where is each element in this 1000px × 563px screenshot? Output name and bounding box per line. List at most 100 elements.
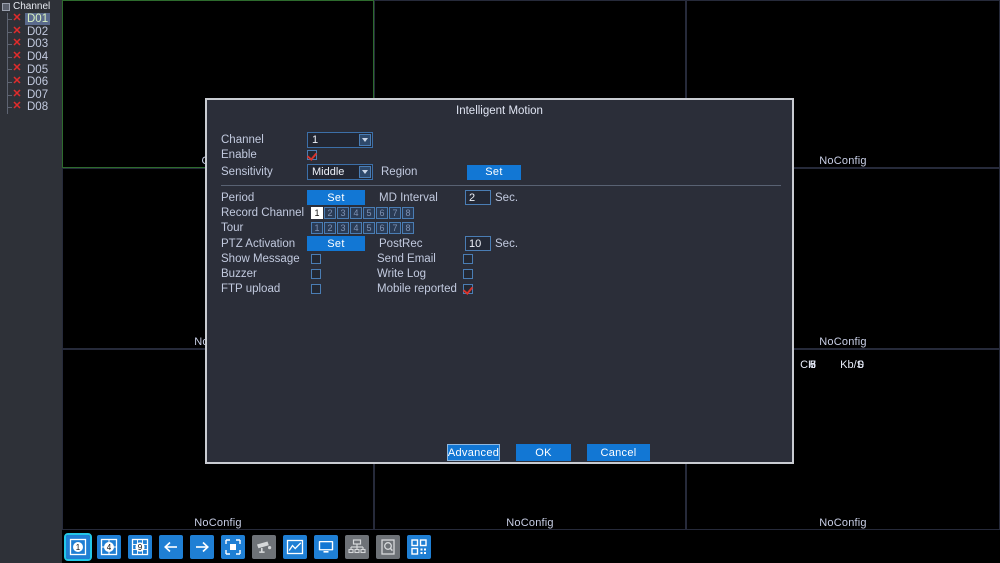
tour-box-4[interactable]: 4 — [350, 222, 362, 234]
region-set-button[interactable]: Set — [467, 164, 521, 180]
sensitivity-select-value: Middle — [312, 166, 345, 178]
sidebar-item-label: D07 — [27, 88, 49, 101]
sidebar-item-d06[interactable]: ✕ D06 — [0, 74, 62, 89]
tour-box-5[interactable]: 5 — [363, 222, 375, 234]
sidebar-item-d03[interactable]: ✕ D03 — [0, 38, 62, 51]
send-email-label: Send Email — [377, 253, 436, 265]
sidebar-item-d01[interactable]: ✕ D01 — [0, 13, 62, 26]
chevron-down-icon[interactable] — [359, 166, 371, 178]
tour-box-1[interactable]: 1 — [311, 222, 323, 234]
channel-tree-panel: Channel ✕ D01 ✕ D02 ✕ D03 ✕ D04 ✕ D05 ✕ … — [0, 0, 62, 563]
x-mark-icon: ✕ — [12, 87, 22, 100]
sensitivity-select[interactable]: Middle — [307, 164, 373, 180]
video-pane-label: NoConfig — [819, 517, 867, 529]
chevron-down-icon[interactable] — [359, 134, 371, 146]
x-mark-icon: ✕ — [12, 74, 22, 87]
record-channel-box-7[interactable]: 7 — [389, 207, 401, 219]
x-mark-icon: ✕ — [12, 62, 22, 75]
buzzer-checkbox[interactable] — [311, 269, 321, 279]
sidebar-item-label: D04 — [27, 51, 49, 64]
dialog-title: Intelligent Motion — [456, 105, 543, 117]
post-rec-label: PostRec — [379, 237, 423, 250]
record-channel-box-6[interactable]: 6 — [376, 207, 388, 219]
expand-collapse-icon[interactable] — [2, 2, 10, 11]
cancel-button[interactable]: Cancel — [587, 444, 650, 461]
show-message-label: Show Message — [221, 253, 300, 265]
ftp-upload-label: FTP upload — [221, 283, 281, 295]
channel-tree-header[interactable]: Channel — [0, 0, 62, 13]
tour-row: Tour 1 2 3 4 5 6 7 8 — [221, 222, 414, 234]
taskbar-qr-button[interactable] — [407, 534, 431, 559]
ftp-upload-checkbox[interactable] — [311, 284, 321, 294]
tour-box-3[interactable]: 3 — [337, 222, 349, 234]
taskbar-chart-button[interactable] — [283, 534, 307, 559]
sidebar-item-d05[interactable]: ✕ D05 — [0, 63, 62, 76]
tour-box-6[interactable]: 6 — [376, 222, 388, 234]
sensitivity-label: Sensitivity — [221, 166, 273, 178]
md-interval-input[interactable]: 2 — [465, 190, 491, 205]
tour-label: Tour — [221, 222, 244, 234]
ok-button[interactable]: OK — [516, 444, 571, 461]
nvr-screen: Offline NoConfig NoConfig NoConfig NoCon… — [0, 0, 1000, 563]
record-channel-box-5[interactable]: 5 — [363, 207, 375, 219]
view-quad-icon: 4 — [100, 538, 118, 556]
taskbar-next-button[interactable] — [190, 534, 214, 559]
x-mark-icon: ✕ — [12, 37, 22, 50]
sidebar-item-label: D03 — [27, 38, 49, 51]
svg-text:1: 1 — [76, 543, 81, 552]
taskbar-view-quad-button[interactable]: 4 — [97, 534, 121, 559]
post-rec-input[interactable]: 10 — [465, 236, 491, 251]
sidebar-item-d04[interactable]: ✕ D04 — [0, 49, 62, 64]
ptz-activation-row: PTZ Activation Set PostRec 10 Sec. — [221, 236, 518, 251]
sidebar-item-label: D08 — [27, 101, 49, 114]
tour-box-2[interactable]: 2 — [324, 222, 336, 234]
mobile-reported-checkbox[interactable] — [463, 284, 473, 294]
taskbar-camera-button[interactable] — [252, 534, 276, 559]
send-email-checkbox[interactable] — [463, 254, 473, 264]
write-log-checkbox[interactable] — [463, 269, 473, 279]
camera-icon — [255, 538, 273, 556]
record-channel-box-1[interactable]: 1 — [311, 207, 323, 219]
record-channel-box-8[interactable]: 8 — [402, 207, 414, 219]
show-message-checkbox[interactable] — [311, 254, 321, 264]
record-channel-box-4[interactable]: 4 — [350, 207, 362, 219]
tour-box-7[interactable]: 7 — [389, 222, 401, 234]
dialog-footer: Advanced OK Cancel — [447, 444, 650, 461]
sidebar-item-d07[interactable]: ✕ D07 — [0, 87, 62, 102]
sidebar-item-d02[interactable]: ✕ D02 — [0, 24, 62, 39]
buzzer-row: Buzzer Write Log — [221, 268, 473, 280]
arrow-right-icon — [193, 538, 211, 556]
md-interval-label: MD Interval — [379, 191, 438, 204]
x-mark-icon: ✕ — [12, 49, 22, 62]
sidebar-item-d08[interactable]: ✕ D08 — [0, 101, 62, 114]
x-mark-icon: ✕ — [12, 12, 22, 24]
sidebar-item-label: D02 — [27, 25, 49, 38]
tour-box-8[interactable]: 8 — [402, 222, 414, 234]
taskbar-monitor-button[interactable] — [314, 534, 338, 559]
view-single-icon: 1 — [69, 538, 87, 556]
taskbar-network-button[interactable] — [345, 534, 369, 559]
record-channel-row: Record Channel 1 2 3 4 5 6 7 8 — [221, 207, 414, 219]
taskbar-previous-button[interactable] — [159, 534, 183, 559]
x-mark-icon: ✕ — [12, 24, 22, 37]
record-channel-box-2[interactable]: 2 — [324, 207, 336, 219]
pip-window-icon — [224, 538, 242, 556]
taskbar-view-nine-button[interactable]: 9 — [128, 534, 152, 559]
channel-select[interactable]: 1 — [307, 132, 373, 148]
advanced-button[interactable]: Advanced — [447, 444, 500, 461]
video-pane-label: NoConfig — [194, 517, 242, 529]
mobile-reported-label: Mobile reported — [377, 283, 457, 295]
channel-label: Channel — [221, 134, 264, 146]
disk-search-icon — [379, 538, 397, 556]
taskbar-pip-button[interactable] — [221, 534, 245, 559]
period-set-button[interactable]: Set — [307, 190, 365, 205]
bitrate-row: 8 0 — [790, 358, 864, 373]
record-channel-box-3[interactable]: 3 — [337, 207, 349, 219]
svg-text:4: 4 — [107, 543, 112, 552]
ptz-activation-set-button[interactable]: Set — [307, 236, 365, 251]
enable-checkbox[interactable] — [307, 150, 317, 160]
taskbar-view-single-button[interactable]: 1 — [64, 532, 92, 561]
video-pane-label: NoConfig — [506, 517, 554, 529]
ptz-activation-label: PTZ Activation — [221, 237, 296, 250]
taskbar-disk-search-button[interactable] — [376, 534, 400, 559]
